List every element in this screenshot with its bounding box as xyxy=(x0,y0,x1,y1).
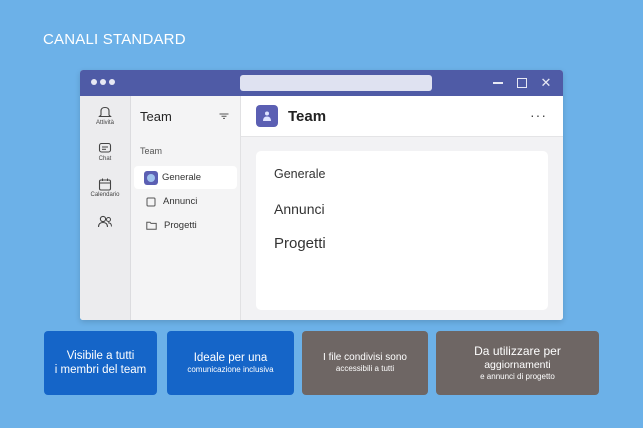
channel-item-generale[interactable]: Generale xyxy=(134,166,237,189)
channel-panel: Team Team Generale Annunci Progetti xyxy=(131,96,241,320)
slide-title: CANALI STANDARD xyxy=(43,31,186,48)
feature-line: e annunci di progetto xyxy=(480,372,555,382)
maximize-icon[interactable] xyxy=(513,74,531,92)
bell-icon xyxy=(98,106,112,118)
search-bar[interactable] xyxy=(240,75,432,91)
more-options-icon[interactable]: ··· xyxy=(530,107,547,123)
title-bar: ✕ xyxy=(80,70,563,96)
rail-label-activity: Attività xyxy=(95,120,114,126)
card-item-progetti[interactable]: Progetti xyxy=(274,235,326,252)
card-item-generale[interactable]: Generale xyxy=(274,167,325,181)
rail-item-teams[interactable] xyxy=(80,215,130,229)
app-rail: Attività Chat Calendario xyxy=(80,96,131,320)
feature-line: i membri del team xyxy=(54,364,147,376)
channel-avatar xyxy=(144,170,158,185)
close-icon[interactable]: ✕ xyxy=(537,74,555,92)
announcement-icon xyxy=(146,197,156,207)
feature-line: Ideale per una xyxy=(193,351,268,364)
feature-line: Da utilizzare per xyxy=(474,343,561,358)
feature-line: aggiornamenti xyxy=(484,358,551,371)
feature-line: comunicazione inclusiva xyxy=(187,365,274,375)
feature-line: Visibile a tutti xyxy=(66,349,135,362)
channel-item-annunci[interactable]: Annunci xyxy=(134,190,237,213)
rail-label-calendar: Calendario xyxy=(90,192,120,198)
folder-icon xyxy=(146,221,157,230)
channel-header: Team ··· xyxy=(241,96,563,137)
feature-card-visible: Visibile a tutti i membri del team xyxy=(44,331,157,395)
rail-item-activity[interactable]: Attività xyxy=(80,106,130,126)
rail-item-calendar[interactable]: Calendario xyxy=(80,178,130,198)
channel-list-card: Generale Annunci Progetti xyxy=(256,151,548,310)
calendar-icon xyxy=(98,178,112,191)
feature-card-updates: Da utilizzare per aggiornamenti e annunc… xyxy=(436,331,599,395)
menu-dots-icon[interactable] xyxy=(91,79,115,85)
team-section-label: Team xyxy=(140,146,163,156)
card-item-annunci[interactable]: Annunci xyxy=(274,201,325,217)
channel-view: Team ··· Generale Annunci Progetti xyxy=(241,96,563,320)
channel-label: Annunci xyxy=(163,196,198,207)
channel-label: Generale xyxy=(162,172,202,183)
minimize-icon[interactable] xyxy=(489,74,507,92)
feature-card-inclusive: Ideale per una comunicazione inclusiva xyxy=(167,331,294,395)
channel-item-progetti[interactable]: Progetti xyxy=(134,214,237,237)
channel-label: Progetti xyxy=(164,220,197,231)
team-logo-icon xyxy=(256,105,278,127)
feature-line: I file condivisi sono xyxy=(323,351,407,363)
filter-icon[interactable] xyxy=(219,113,229,119)
channel-title: Team xyxy=(288,108,327,125)
rail-item-chat[interactable]: Chat xyxy=(80,142,130,162)
feature-line: accessibili a tutti xyxy=(335,364,395,374)
feature-card-files: I file condivisi sono accessibili a tutt… xyxy=(302,331,428,395)
people-icon xyxy=(97,215,112,228)
chat-icon xyxy=(98,142,112,153)
rail-label-chat: Chat xyxy=(98,156,112,162)
panel-header: Team xyxy=(140,109,172,124)
teams-window: ✕ Attività Chat Calendario Team Team Gen… xyxy=(80,70,563,320)
